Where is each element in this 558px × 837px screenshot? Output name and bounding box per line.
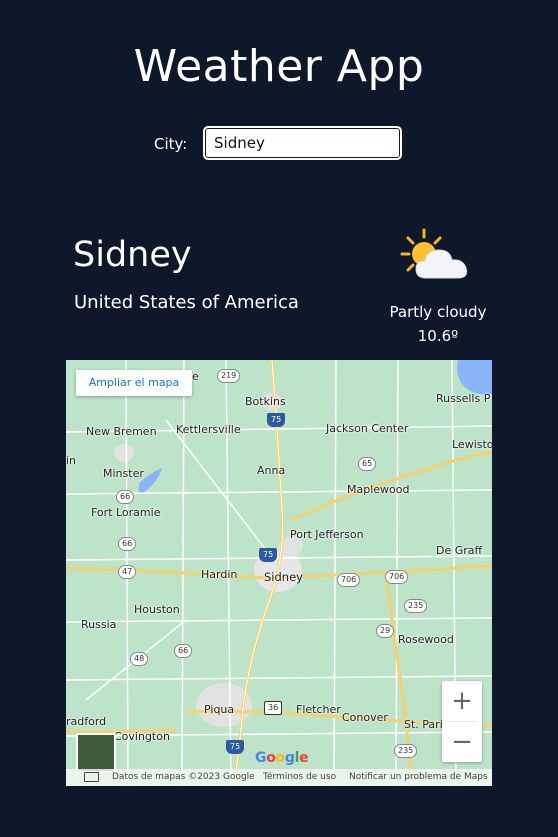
route-shield: 75 [267, 413, 286, 427]
map-place-label: Hardin [201, 568, 238, 581]
zoom-in-button[interactable]: + [442, 681, 482, 721]
map-place-label: radford [66, 715, 107, 728]
zoom-out-button[interactable]: − [442, 722, 482, 762]
map-place-label: Botkins [245, 395, 286, 408]
map-place-label: Rosewood [398, 633, 454, 646]
city-label: City: [154, 135, 188, 153]
weather-temperature: 10.6º [417, 327, 459, 345]
report-problem-link[interactable]: Notificar un problema de Maps [349, 769, 488, 786]
map-place-label: Covington [114, 730, 170, 743]
map-place-label: Kettlersville [176, 423, 241, 436]
route-shield: 219 [217, 369, 241, 383]
weather-condition: Partly cloudy [389, 303, 487, 321]
route-shield: 48 [130, 652, 149, 666]
embedded-map[interactable]: lle Botkins Russells P New Bremen Kettle… [66, 360, 492, 786]
route-shield: 66 [174, 644, 193, 658]
map-place-label: Maplewood [347, 483, 410, 496]
route-shield: 66 [118, 537, 137, 551]
map-attribution-bar: Datos de mapas ©2023 Google Términos de … [66, 769, 492, 786]
map-place-label: Jackson Center [326, 422, 409, 435]
map-place-label: De Graff [436, 544, 483, 557]
map-place-label: Russells P [436, 392, 491, 405]
map-place-label: Piqua [204, 703, 235, 716]
map-data-attribution: Datos de mapas ©2023 Google [112, 772, 255, 782]
route-shield: 235 [394, 744, 418, 758]
zoom-control: + − [442, 681, 482, 762]
map-place-label: Fletcher [296, 703, 341, 716]
map-place-label: Conover [342, 711, 388, 724]
map-place-label: St. Pari [404, 718, 443, 731]
route-shield: 36 [264, 701, 283, 715]
location-country: United States of America [74, 292, 299, 313]
route-shield: 66 [116, 490, 135, 504]
map-place-label: Lewisto [452, 438, 492, 451]
terms-link[interactable]: Términos de uso [263, 769, 336, 786]
route-shield: 706 [337, 573, 361, 587]
map-place-label: Houston [134, 603, 180, 616]
route-shield: 706 [385, 570, 409, 584]
map-place-label: Sidney [264, 570, 303, 584]
map-place-label: New Bremen [86, 425, 157, 438]
map-place-label: Anna [257, 464, 286, 477]
satellite-toggle-button[interactable] [76, 733, 116, 773]
google-logo: Google [255, 750, 309, 766]
map-place-label: in [66, 454, 77, 467]
location-name: Sidney [73, 235, 192, 275]
map-place-label: Russia [81, 618, 117, 631]
city-search-row: City: [0, 126, 558, 162]
city-input[interactable] [203, 126, 402, 160]
enlarge-map-link[interactable]: Ampliar el mapa [76, 370, 192, 396]
route-shield: 47 [118, 565, 137, 579]
map-place-label: Fort Loramie [91, 506, 161, 519]
partly-cloudy-icon [400, 228, 468, 279]
route-shield: 29 [376, 624, 395, 638]
route-shield: 235 [404, 599, 428, 613]
keyboard-shortcuts-icon[interactable] [84, 772, 99, 782]
route-shield: 75 [259, 548, 278, 562]
map-place-label: Port Jefferson [290, 528, 364, 541]
app-title: Weather App [133, 41, 425, 92]
route-shield: 65 [358, 457, 377, 471]
map-place-label: Minster [103, 467, 144, 480]
route-shield: 75 [226, 740, 245, 754]
